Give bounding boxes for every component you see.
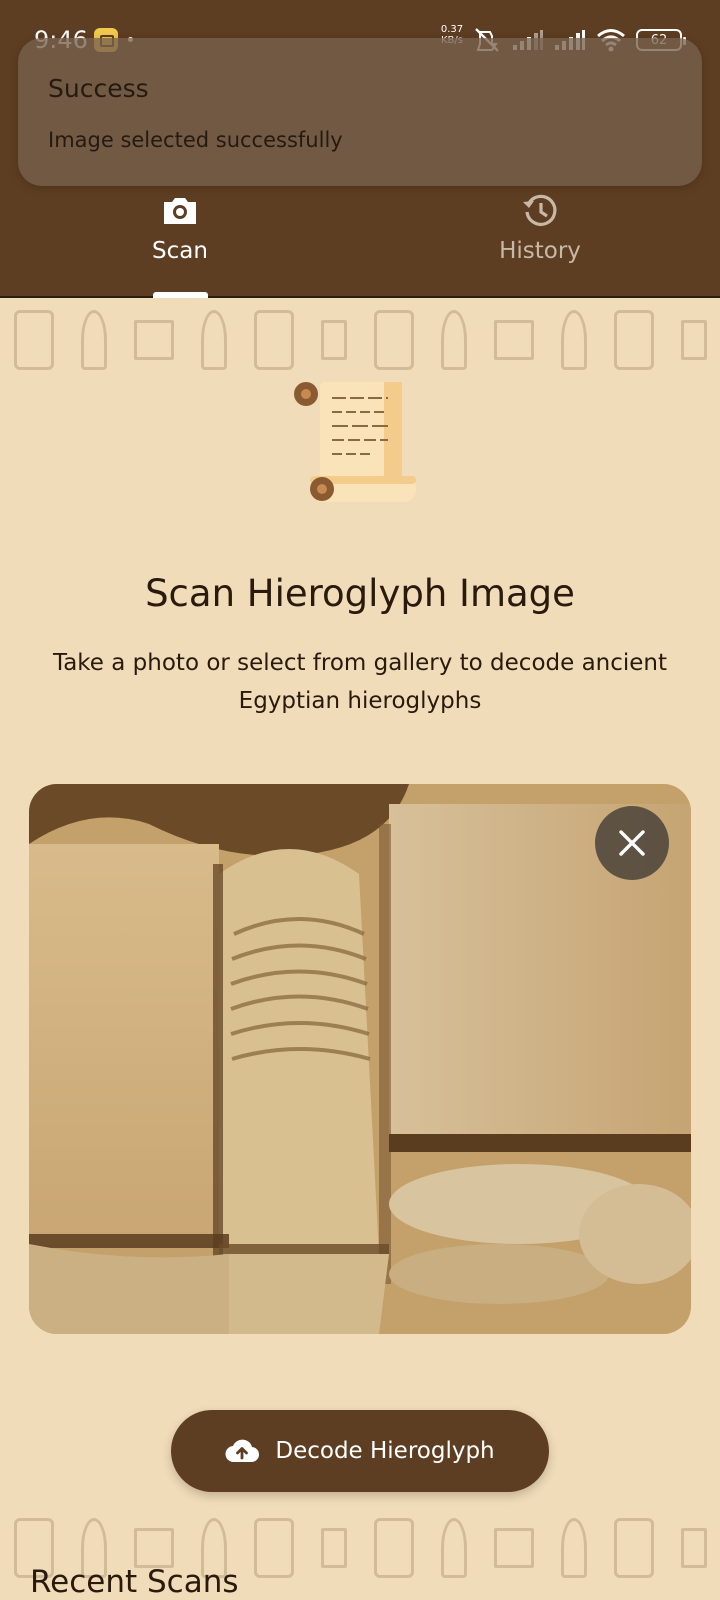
selected-image-preview	[29, 784, 691, 1334]
page-title: Scan Hieroglyph Image	[145, 572, 575, 615]
remove-image-button[interactable]	[595, 806, 669, 880]
hieroglyph-decoration-top	[0, 300, 720, 380]
camera-icon	[164, 198, 196, 224]
tab-indicator	[153, 292, 208, 298]
close-icon	[619, 830, 645, 856]
decode-button-label: Decode Hieroglyph	[275, 1438, 495, 1464]
page-subtitle: Take a photo or select from gallery to d…	[52, 650, 668, 714]
tab-scan[interactable]: Scan	[80, 188, 280, 296]
network-speed-value: 0.37	[440, 24, 464, 35]
tab-scan-label: Scan	[152, 238, 208, 264]
toast-title: Success	[48, 74, 149, 103]
decode-hieroglyph-button[interactable]: Decode Hieroglyph	[171, 1410, 549, 1492]
recent-scans-heading: Recent Scans	[30, 1564, 239, 1600]
toast-message: Image selected successfully	[48, 128, 343, 152]
cloud-upload-icon	[225, 1439, 260, 1463]
tab-history[interactable]: History	[440, 188, 640, 296]
history-icon	[523, 194, 557, 226]
scroll-icon	[294, 382, 416, 502]
app-header: 9:46 0.37 KB/s	[0, 0, 720, 298]
hieroglyph-photo	[29, 784, 691, 1334]
tab-history-label: History	[499, 238, 581, 264]
success-toast: Success Image selected successfully	[18, 38, 702, 186]
